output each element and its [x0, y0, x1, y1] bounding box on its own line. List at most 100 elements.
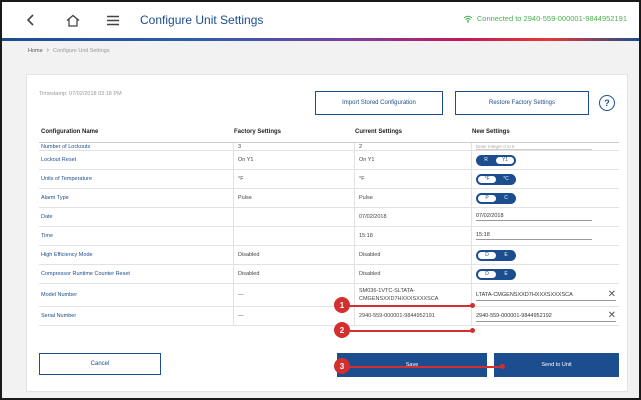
callout-line	[344, 305, 472, 307]
serial-number-field[interactable]: 2940-559-000001-9844952192 ✕	[476, 310, 616, 322]
header-new-settings: New Settings	[472, 129, 510, 135]
help-icon[interactable]: ?	[599, 95, 615, 111]
toggle-option-selected[interactable]: Y1	[496, 156, 514, 164]
temperature-units-toggle[interactable]: °F °C	[476, 173, 516, 185]
row-factory: °F	[234, 170, 355, 188]
settings-card: Timestamp: 07/02/2018 03:18 PM Import St…	[26, 74, 628, 392]
settings-table-body[interactable]: Number of Lockouts 3 2 Enter Integer 0 t…	[39, 143, 619, 329]
callout-badge-2: 2	[334, 322, 350, 338]
row-current: 2940-559-000001-9844952191	[355, 307, 472, 325]
callout-dot	[470, 328, 475, 333]
breadcrumb: Home › Configure Unit Settings	[28, 47, 110, 54]
table-row: Serial Number — 2940-559-000001-98449521…	[39, 307, 619, 326]
row-current: °F	[355, 170, 472, 188]
row-name: Model Number	[39, 284, 234, 306]
wifi-icon	[463, 15, 473, 23]
row-current: Disabled	[355, 265, 472, 283]
row-name: Time	[39, 227, 234, 245]
send-to-unit-button[interactable]: Send to Unit	[494, 353, 619, 377]
lockouts-input[interactable]: Enter Integer 0 to 6	[476, 144, 592, 150]
row-current: Disabled	[355, 246, 472, 264]
table-row: Date 07/02/2018 07/02/2018	[39, 208, 619, 227]
row-current: 07/02/2018	[355, 208, 472, 226]
row-name: Units of Temperature	[39, 170, 234, 188]
table-row: Model Number — SM036-1VTC-SLTATA-CMGENSX…	[39, 284, 619, 307]
time-input[interactable]: 15:18	[476, 232, 592, 240]
row-current: 15:18	[355, 227, 472, 245]
row-current: On Y1	[355, 151, 472, 169]
model-number-field[interactable]: LTATA-CMGENSXXD7HXXXSXXXSCA ✕	[476, 289, 616, 301]
table-row: Units of Temperature °F °F °F °C	[39, 170, 619, 189]
runtime-counter-reset-toggle[interactable]: D E	[476, 268, 516, 280]
table-row: High Efficiency Mode Disabled Disabled D…	[39, 246, 619, 265]
lockout-reset-toggle[interactable]: R Y1	[476, 154, 516, 166]
toggle-option[interactable]: E	[497, 251, 515, 260]
row-factory	[234, 227, 355, 245]
callout-line	[344, 330, 472, 332]
timestamp: Timestamp: 07/02/2018 03:18 PM	[39, 91, 122, 97]
header-configuration-name: Configuration Name	[41, 129, 99, 135]
toggle-option-selected[interactable]: P	[478, 194, 496, 202]
toggle-option-selected[interactable]: D	[478, 270, 496, 278]
date-input[interactable]: 07/02/2018	[476, 213, 592, 221]
row-name: Compressor Runtime Counter Reset	[39, 265, 234, 283]
close-icon[interactable]: ✕	[608, 310, 616, 321]
high-efficiency-toggle[interactable]: D E	[476, 249, 516, 261]
breadcrumb-current: Configure Unit Settings	[53, 47, 110, 54]
table-header: Configuration Name Factory Settings Curr…	[39, 129, 619, 143]
model-number-input[interactable]: LTATA-CMGENSXXD7HXXXSXXXSCA	[476, 292, 573, 298]
callout-dot	[470, 303, 475, 308]
row-name: Lockout Reset	[39, 151, 234, 169]
row-current: 2	[355, 143, 472, 150]
connection-status: Connected to 2940-559-000001-9844952191	[463, 14, 627, 23]
callout-dot	[500, 364, 505, 369]
table-row: Number of Lockouts 3 2 Enter Integer 0 t…	[39, 143, 619, 151]
table-row: Alarm Type Pulse Pulse P C	[39, 189, 619, 208]
home-button[interactable]	[62, 9, 84, 31]
save-button[interactable]: Save	[337, 353, 487, 377]
cancel-button[interactable]: Cancel	[39, 353, 161, 375]
row-factory: On Y1	[234, 151, 355, 169]
header-factory-settings: Factory Settings	[234, 129, 282, 135]
toggle-option[interactable]: R	[477, 156, 495, 165]
row-current: Pulse	[355, 189, 472, 207]
restore-factory-settings-button[interactable]: Restore Factory Settings	[455, 91, 589, 115]
back-button[interactable]	[20, 9, 42, 31]
row-factory: Pulse	[234, 189, 355, 207]
toggle-option-selected[interactable]: °F	[478, 175, 496, 183]
serial-number-input[interactable]: 2940-559-000001-9844952192	[476, 313, 552, 319]
header-current-settings: Current Settings	[355, 129, 403, 135]
page-title: Configure Unit Settings	[140, 13, 264, 27]
row-name: Number of Lockouts	[39, 143, 234, 150]
row-current: SM036-1VTC-SLTATA-CMGENSXXD7HXXXSXXXSCA	[359, 288, 439, 302]
menu-button[interactable]	[102, 9, 124, 31]
breadcrumb-separator-icon: ›	[46, 47, 50, 54]
row-factory: Disabled	[234, 246, 355, 264]
table-row: Time 15:18 15:18	[39, 227, 619, 246]
callout-badge-1: 1	[334, 297, 350, 313]
toggle-option-selected[interactable]: D	[478, 251, 496, 259]
row-name: Date	[39, 208, 234, 226]
row-factory: 3	[234, 143, 355, 150]
row-factory	[234, 208, 355, 226]
table-row: Compressor Runtime Counter Reset Disable…	[39, 265, 619, 284]
table-row: Lockout Reset On Y1 On Y1 R Y1	[39, 151, 619, 170]
close-icon[interactable]: ✕	[608, 289, 616, 300]
row-name: High Efficiency Mode	[39, 246, 234, 264]
hamburger-menu-icon	[107, 15, 119, 25]
row-name: Alarm Type	[39, 189, 234, 207]
breadcrumb-home[interactable]: Home	[28, 48, 43, 54]
callout-badge-3: 3	[334, 358, 350, 374]
brand-stripe	[2, 38, 639, 41]
chevron-left-icon	[26, 14, 34, 26]
toggle-option[interactable]: E	[497, 270, 515, 279]
home-icon	[66, 14, 80, 27]
alarm-type-toggle[interactable]: P C	[476, 192, 516, 204]
toggle-option[interactable]: °C	[497, 175, 515, 184]
row-factory: Disabled	[234, 265, 355, 283]
import-configuration-button[interactable]: Import Stored Configuration	[315, 91, 443, 115]
app-frame: Configure Unit Settings Connected to 294…	[0, 0, 641, 400]
callout-line	[344, 366, 502, 368]
toggle-option[interactable]: C	[497, 194, 515, 203]
top-bar: Configure Unit Settings Connected to 294…	[2, 2, 639, 38]
